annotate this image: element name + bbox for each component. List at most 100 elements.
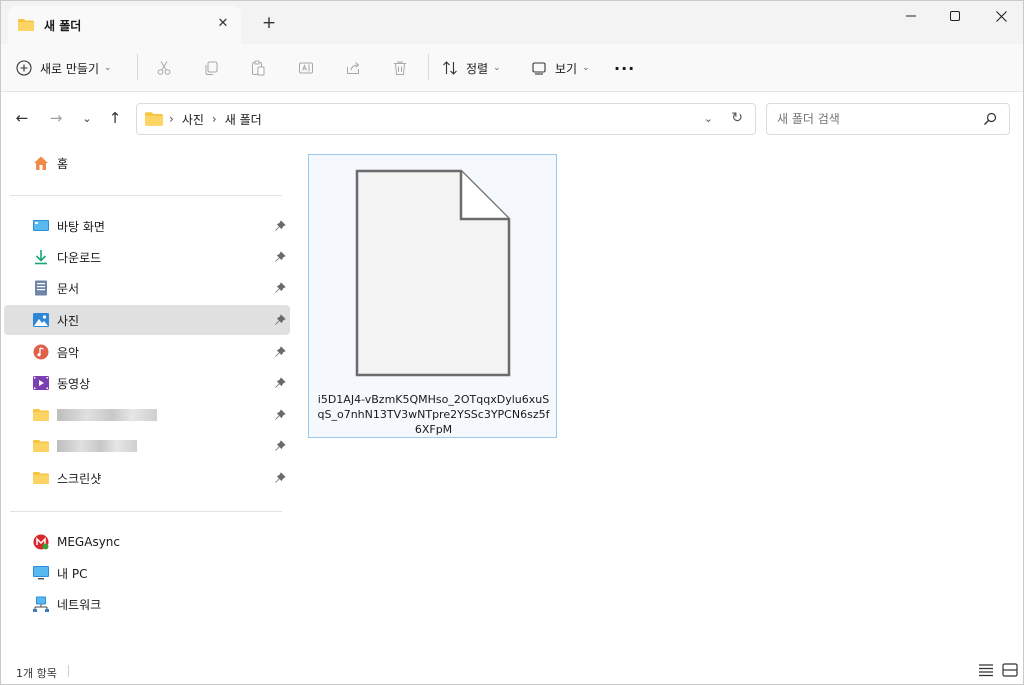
plus-circle-icon: [16, 60, 32, 76]
sort-label: 정렬: [466, 61, 489, 76]
share-icon: [339, 54, 367, 82]
paste-button[interactable]: [244, 54, 272, 82]
navigation-pane: 홈 바탕 화면 다운로드 문서 사진 음악 동영상 스크린샷 MEGAsync …: [0, 145, 292, 655]
sidebar-item-label: 홈: [57, 156, 69, 171]
search-box[interactable]: [766, 103, 1010, 135]
delete-icon: [386, 54, 414, 82]
tab-title: 새 폴더: [44, 18, 82, 33]
breadcrumb-pictures[interactable]: 사진: [182, 111, 204, 128]
music-icon: [33, 344, 49, 360]
back-icon[interactable]: ←: [11, 107, 33, 129]
pin-icon[interactable]: [274, 346, 286, 358]
desktop-icon: [33, 218, 49, 234]
details-view-icon[interactable]: [978, 663, 994, 677]
sort-button[interactable]: 정렬 ⌄: [442, 54, 501, 82]
sidebar-item-home[interactable]: 홈: [4, 148, 290, 178]
file-item[interactable]: i5D1AJ4-vBzmK5QMHso_2OTqqxDylu6xuSqS_o7n…: [308, 154, 557, 438]
maximize-icon[interactable]: [932, 2, 978, 30]
pictures-icon: [33, 312, 49, 328]
file-view: i5D1AJ4-vBzmK5QMHso_2OTqqxDylu6xuSqS_o7n…: [292, 145, 1022, 655]
sidebar-item-music[interactable]: 음악: [4, 337, 290, 367]
download-icon: [33, 249, 49, 265]
new-label: 새로 만들기: [40, 61, 100, 76]
sidebar-item-label: 내 PC: [57, 566, 88, 581]
copy-icon: [197, 54, 225, 82]
sidebar-item-downloads[interactable]: 다운로드: [4, 242, 290, 272]
toolbar-divider: [137, 54, 138, 80]
sort-icon: [443, 61, 457, 75]
toolbar-divider: [428, 54, 429, 80]
chevron-down-icon: ⌄: [582, 63, 590, 73]
home-icon: [33, 155, 49, 171]
rename-button[interactable]: [292, 54, 320, 82]
sidebar-item-label: 사진: [57, 313, 80, 328]
minimize-icon[interactable]: [888, 2, 934, 30]
network-icon: [33, 596, 49, 612]
sidebar-item-desktop[interactable]: 바탕 화면: [4, 211, 290, 241]
pin-icon[interactable]: [274, 314, 286, 326]
sidebar-item-network[interactable]: › 네트워크: [4, 589, 290, 619]
refresh-icon[interactable]: ↻: [731, 110, 743, 126]
sidebar-item-documents[interactable]: 문서: [4, 273, 290, 303]
sidebar-item-megasync[interactable]: › MEGAsync: [4, 527, 290, 557]
cut-icon: [150, 54, 178, 82]
up-icon[interactable]: ↑: [104, 107, 126, 129]
pin-icon[interactable]: [274, 251, 286, 263]
video-icon: [33, 375, 49, 391]
pin-icon[interactable]: [274, 472, 286, 484]
pin-icon[interactable]: [274, 377, 286, 389]
folder-icon: [33, 407, 49, 423]
document-icon: [33, 280, 49, 296]
command-bar: 새로 만들기 ⌄ 정렬 ⌄ 보기 ⌄ ···: [0, 44, 1024, 92]
view-label: 보기: [555, 61, 578, 76]
status-divider: [68, 665, 69, 677]
pin-icon[interactable]: [274, 220, 286, 232]
delete-button[interactable]: [386, 54, 414, 82]
share-button[interactable]: [339, 54, 367, 82]
sidebar-divider: [10, 195, 282, 196]
sidebar-item-label: 네트워크: [57, 597, 102, 612]
close-icon[interactable]: ✕: [215, 16, 231, 32]
address-row: ← → ⌄ ↑ › 사진 › 새 폴더 ⌄ ↻: [0, 93, 1024, 145]
copy-button[interactable]: [197, 54, 225, 82]
recent-locations-icon[interactable]: ⌄: [76, 107, 98, 129]
breadcrumb-new-folder[interactable]: 새 폴더: [225, 111, 262, 128]
folder-icon: [18, 19, 34, 31]
search-icon[interactable]: [983, 112, 997, 126]
large-icons-view-icon[interactable]: [1002, 663, 1018, 677]
rename-icon: [292, 54, 320, 82]
address-bar[interactable]: › 사진 › 새 폴더 ⌄ ↻: [136, 103, 756, 135]
sidebar-item-screenshots[interactable]: 스크린샷: [4, 463, 290, 493]
sidebar-item-label: 동영상: [57, 376, 91, 391]
sidebar-item-label: 음악: [57, 345, 80, 360]
sidebar-item-pictures[interactable]: 사진: [4, 305, 290, 335]
close-window-icon[interactable]: [978, 2, 1024, 30]
pin-icon[interactable]: [274, 409, 286, 421]
breadcrumb-separator: ›: [169, 112, 174, 126]
sidebar-item-label: 스크린샷: [57, 471, 102, 486]
new-button[interactable]: 새로 만들기 ⌄: [16, 54, 112, 82]
view-button[interactable]: 보기 ⌄: [531, 54, 590, 82]
tab-current-folder[interactable]: 새 폴더 ✕: [8, 6, 241, 44]
search-input[interactable]: [767, 104, 967, 134]
pin-icon[interactable]: [274, 440, 286, 452]
more-button[interactable]: ···: [614, 54, 635, 82]
sidebar-item-label: 문서: [57, 281, 80, 296]
sidebar-item-label: MEGAsync: [57, 535, 120, 549]
folder-icon: [33, 438, 49, 454]
view-icon: [532, 62, 546, 75]
cut-button[interactable]: [150, 54, 178, 82]
folder-icon: [33, 470, 49, 486]
sidebar-item-this-pc[interactable]: › 내 PC: [4, 558, 290, 588]
forward-icon[interactable]: →: [45, 107, 67, 129]
file-icon: [355, 169, 511, 377]
sidebar-item-redacted-folder[interactable]: [4, 431, 290, 461]
sidebar-item-redacted-folder[interactable]: [4, 400, 290, 430]
sidebar-item-videos[interactable]: 동영상: [4, 368, 290, 398]
sidebar-item-label: 다운로드: [57, 250, 102, 265]
pin-icon[interactable]: [274, 282, 286, 294]
plus-icon[interactable]: +: [258, 12, 280, 34]
chevron-down-icon[interactable]: ⌄: [704, 112, 713, 125]
pc-icon: [33, 565, 49, 581]
status-bar: 1개 항목: [0, 655, 1024, 685]
